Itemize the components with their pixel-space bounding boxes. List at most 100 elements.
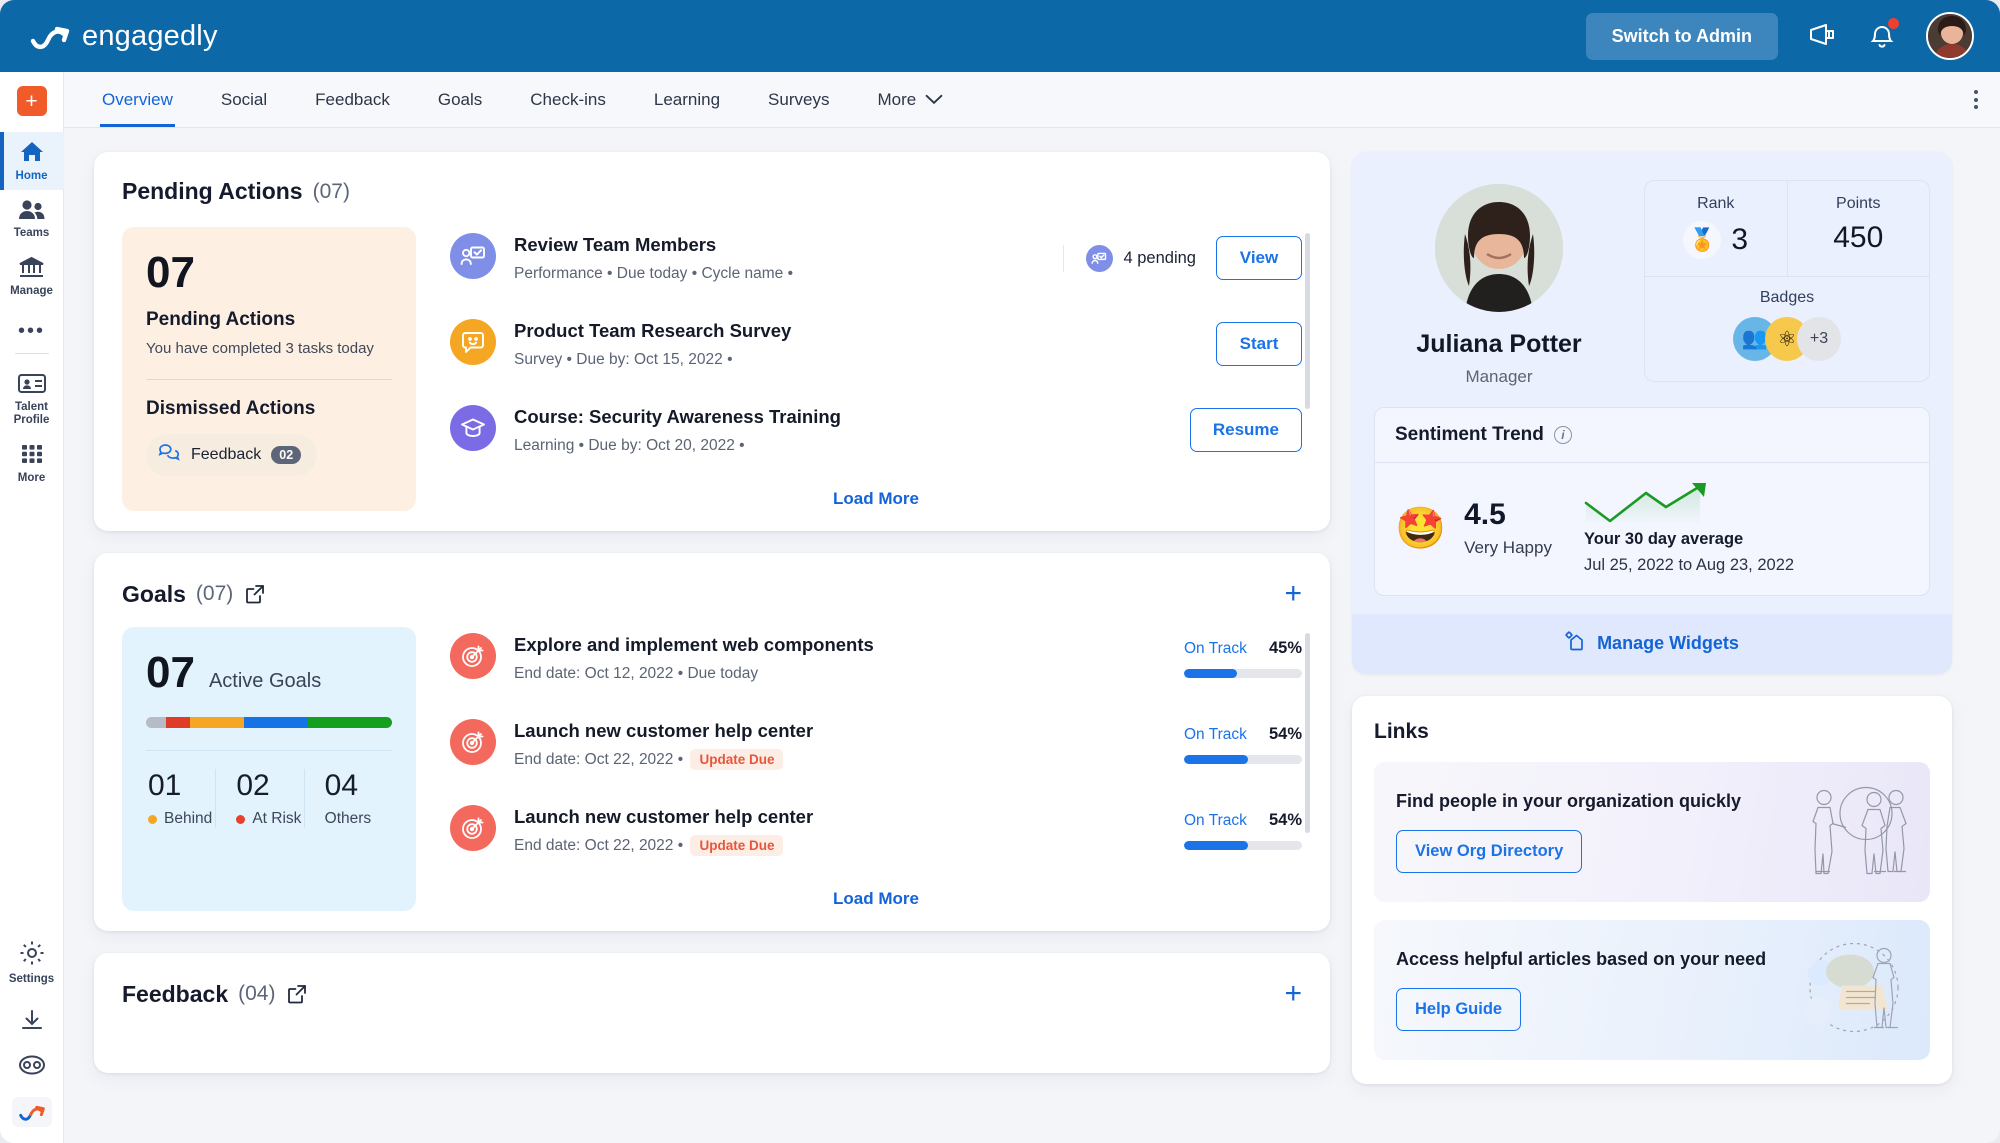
goals-header: Goals (07) + — [122, 579, 1302, 609]
list-item-meta: Survey • Due by: Oct 15, 2022 • — [514, 351, 1216, 369]
trend-chart — [1584, 512, 1716, 529]
sentiment-header: Sentiment Trend i — [1375, 408, 1929, 463]
load-more-goals[interactable]: Load More — [450, 885, 1302, 911]
tab-label: Feedback — [315, 90, 390, 110]
switch-to-admin-button[interactable]: Switch to Admin — [1586, 13, 1778, 60]
page-content: Pending Actions (07) 07 Pending Actions … — [64, 128, 2000, 1143]
view-org-directory-button[interactable]: View Org Directory — [1396, 830, 1582, 873]
tab-overview[interactable]: Overview — [78, 72, 197, 127]
bell-icon[interactable] — [1866, 20, 1898, 52]
links-card: Links Find people in your organization q… — [1352, 696, 1952, 1084]
scrollbar[interactable] — [1305, 633, 1310, 833]
sentiment-title: Sentiment Trend — [1395, 424, 1544, 446]
brand-name: engagedly — [82, 20, 218, 53]
list-item[interactable]: Review Team Members Performance • Due to… — [450, 227, 1302, 313]
scrollbar[interactable] — [1305, 233, 1310, 409]
lifebuoy-icon[interactable] — [18, 1054, 46, 1081]
tab-social[interactable]: Social — [197, 72, 291, 127]
list-item[interactable]: Product Team Research Survey Survey • Du… — [450, 313, 1302, 399]
external-link-icon[interactable] — [245, 584, 265, 604]
external-link-icon[interactable] — [287, 984, 307, 1004]
goal-progress: On Track 45% — [1184, 633, 1302, 678]
megaphone-icon[interactable] — [1806, 20, 1838, 52]
rank-value-wrap: 🏅 3 — [1645, 221, 1787, 259]
dismissed-feedback-chip[interactable]: Feedback 02 — [146, 434, 317, 476]
help-guide-button[interactable]: Help Guide — [1396, 988, 1521, 1031]
manage-widgets-button[interactable]: Manage Widgets — [1352, 614, 1952, 674]
sentiment-date-range: Jul 25, 2022 to Aug 23, 2022 — [1584, 556, 1794, 575]
goal-target-icon — [450, 633, 496, 679]
link-tile-org-directory: Find people in your organization quickly… — [1374, 762, 1930, 902]
sidebar-item-teams[interactable]: Teams — [0, 190, 64, 247]
stat-label: At Risk — [252, 810, 301, 828]
info-icon[interactable]: i — [1554, 426, 1572, 444]
sidebar-item-home[interactable]: Home — [0, 132, 64, 190]
sentiment-body: 🤩 4.5 Very Happy Your 30 day average Jul… — [1375, 463, 1929, 595]
points-value: 450 — [1788, 221, 1930, 255]
list-item-title: Launch new customer help center — [514, 720, 1184, 742]
rank-cell: Rank 🏅 3 — [1645, 181, 1787, 276]
load-more-pending-actions[interactable]: Load More — [450, 485, 1302, 511]
status-dot — [148, 815, 157, 824]
goals-count: (07) — [196, 582, 233, 606]
start-button[interactable]: Start — [1216, 322, 1302, 366]
status-badge: On Track — [1184, 726, 1247, 744]
goal-progress: On Track 54% — [1184, 719, 1302, 764]
avatar[interactable] — [1926, 12, 1974, 60]
list-item-title: Explore and implement web components — [514, 634, 1184, 656]
list-item-text: Launch new customer help center End date… — [514, 805, 1184, 855]
tab-label: Social — [221, 90, 267, 110]
list-item[interactable]: Course: Security Awareness Training Lear… — [450, 399, 1302, 485]
goals-summary: 07 Active Goals — [122, 627, 416, 911]
goals-title: Goals — [122, 581, 186, 608]
list-item-meta: Performance • Due today • Cycle name • — [514, 265, 1063, 283]
divider — [146, 750, 392, 751]
badge-more-count[interactable]: +3 — [1797, 317, 1841, 361]
list-item-text: Product Team Research Survey Survey • Du… — [514, 319, 1216, 369]
download-icon[interactable] — [19, 1009, 45, 1038]
engagedly-logo-icon[interactable] — [12, 1097, 52, 1127]
avatar[interactable] — [1435, 184, 1563, 312]
resume-button[interactable]: Resume — [1190, 408, 1302, 452]
sidebar-item-more[interactable]: More — [0, 434, 64, 492]
goals-summary-label: Active Goals — [209, 670, 321, 693]
tab-more[interactable]: More — [853, 72, 967, 127]
meta-text: End date: Oct 22, 2022 • — [514, 837, 683, 854]
add-goal-button[interactable]: + — [1284, 579, 1302, 609]
rank-label: Rank — [1645, 195, 1787, 213]
pending-summary: 07 Pending Actions You have completed 3 … — [122, 227, 416, 511]
list-item[interactable]: Launch new customer help center End date… — [450, 713, 1302, 799]
brand-logo[interactable]: engagedly — [30, 20, 218, 53]
quick-add-button[interactable]: + — [17, 86, 47, 116]
tab-feedback[interactable]: Feedback — [291, 72, 414, 127]
top-bar-actions: Switch to Admin — [1586, 12, 1974, 60]
list-item[interactable]: Launch new customer help center End date… — [450, 799, 1302, 885]
stat-label-wrap: Others — [325, 810, 392, 828]
sidebar-item-more-dots[interactable]: ••• — [18, 306, 45, 349]
profile-name: Juliana Potter — [1374, 330, 1624, 359]
tab-learning[interactable]: Learning — [630, 72, 744, 127]
dismissed-actions-heading: Dismissed Actions — [146, 398, 392, 420]
list-item[interactable]: Explore and implement web components End… — [450, 627, 1302, 713]
badge-list: 👥 ⚛ +3 — [1645, 317, 1929, 361]
tab-surveys[interactable]: Surveys — [744, 72, 853, 127]
view-button[interactable]: View — [1216, 236, 1302, 280]
sidebar-item-settings[interactable]: Settings — [0, 931, 64, 993]
profile-top: Juliana Potter Manager Rank 🏅 3 — [1374, 176, 1930, 387]
tab-check-ins[interactable]: Check-ins — [506, 72, 630, 127]
chip-count-badge: 02 — [271, 446, 301, 464]
award-ribbon-icon: 🏅 — [1683, 221, 1721, 259]
list-item-meta: End date: Oct 22, 2022 • Update Due — [514, 751, 1184, 769]
speech-bubbles-icon — [158, 443, 181, 467]
more-options-icon[interactable] — [1952, 72, 2000, 127]
list-item-text: Explore and implement web components End… — [514, 633, 1184, 683]
stat-label-wrap: At Risk — [236, 810, 303, 828]
tab-goals[interactable]: Goals — [414, 72, 506, 127]
pending-actions-card: Pending Actions (07) 07 Pending Actions … — [94, 152, 1330, 531]
sidebar-item-talent-profile[interactable]: Talent Profile — [0, 364, 64, 434]
tab-label: Goals — [438, 90, 482, 110]
engagedly-logo-icon — [30, 21, 70, 51]
add-feedback-button[interactable]: + — [1284, 979, 1302, 1009]
sidebar-item-manage[interactable]: Manage — [0, 247, 64, 305]
sentiment-mood: Very Happy — [1464, 538, 1552, 558]
